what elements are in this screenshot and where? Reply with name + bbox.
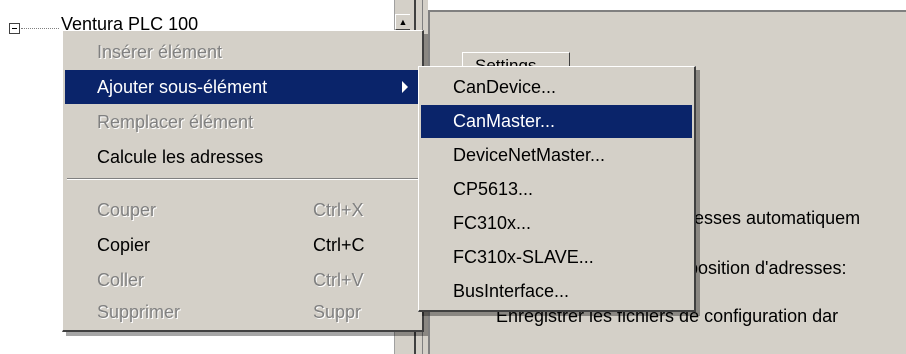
menu-item-shortcut: Suppr <box>313 302 362 322</box>
menu-item-copier[interactable]: Copier Ctrl+C <box>65 228 420 262</box>
menu-item-label: Couper <box>97 200 157 220</box>
menu-item-label: Ajouter sous-élément <box>97 77 268 97</box>
submenu-item-label: FC310x-SLAVE... <box>453 247 594 267</box>
submenu-item-businterface[interactable]: BusInterface... <box>421 275 692 308</box>
submenu-arrow-icon <box>402 81 408 93</box>
menu-item-label: Coller <box>97 270 145 290</box>
menu-item-shortcut: Ctrl+X <box>313 200 364 220</box>
menu-item-shortcut: Ctrl+C <box>313 235 365 255</box>
submenu-item-fc310x[interactable]: FC310x... <box>421 207 692 240</box>
submenu-item-label: CanMaster... <box>453 111 556 131</box>
submenu-item-label: CP5613... <box>453 179 534 199</box>
address-position-label: position d'adresses: <box>688 258 847 278</box>
submenu-item-devicenetmaster[interactable]: DeviceNetMaster... <box>421 139 692 172</box>
context-menu: Insérer élément Ajouter sous-élément Rem… <box>62 30 424 332</box>
tree-collapse-icon[interactable] <box>9 23 20 34</box>
auto-address-option[interactable]: dresses automatiquem <box>678 208 860 229</box>
menu-item-couper[interactable]: Couper Ctrl+X <box>65 193 420 227</box>
add-subelement-submenu: CanDevice... CanMaster... DeviceNetMaste… <box>418 66 696 312</box>
menu-separator <box>67 178 418 180</box>
menu-item-label: Calcule les adresses <box>97 147 264 167</box>
scroll-up-arrow-icon[interactable]: ▲ <box>395 14 411 30</box>
submenu-item-label: BusInterface... <box>453 281 570 301</box>
menu-item-supprimer[interactable]: Supprimer Suppr <box>65 295 420 329</box>
menu-item-label: Remplacer élément <box>97 112 254 132</box>
tree-connector-line <box>21 28 59 29</box>
submenu-item-cp5613[interactable]: CP5613... <box>421 173 692 206</box>
menu-item-label: Supprimer <box>97 302 181 322</box>
menu-item-ajouter-sous-element[interactable]: Ajouter sous-élément <box>65 70 420 104</box>
menu-item-shortcut: Ctrl+V <box>313 270 364 290</box>
submenu-item-candevice[interactable]: CanDevice... <box>421 71 692 104</box>
submenu-item-label: FC310x... <box>453 213 532 233</box>
submenu-item-canmaster[interactable]: CanMaster... <box>421 105 692 138</box>
menu-item-label: Insérer élément <box>97 42 223 62</box>
menu-item-inserer-element[interactable]: Insérer élément <box>65 35 420 69</box>
menu-item-remplacer-element[interactable]: Remplacer élément <box>65 105 420 139</box>
submenu-item-fc310x-slave[interactable]: FC310x-SLAVE... <box>421 241 692 274</box>
submenu-item-label: CanDevice... <box>453 77 557 97</box>
menu-item-coller[interactable]: Coller Ctrl+V <box>65 263 420 297</box>
submenu-item-label: DeviceNetMaster... <box>453 145 606 165</box>
menu-item-calcule-adresses[interactable]: Calcule les adresses <box>65 140 420 174</box>
menu-item-label: Copier <box>97 235 151 255</box>
